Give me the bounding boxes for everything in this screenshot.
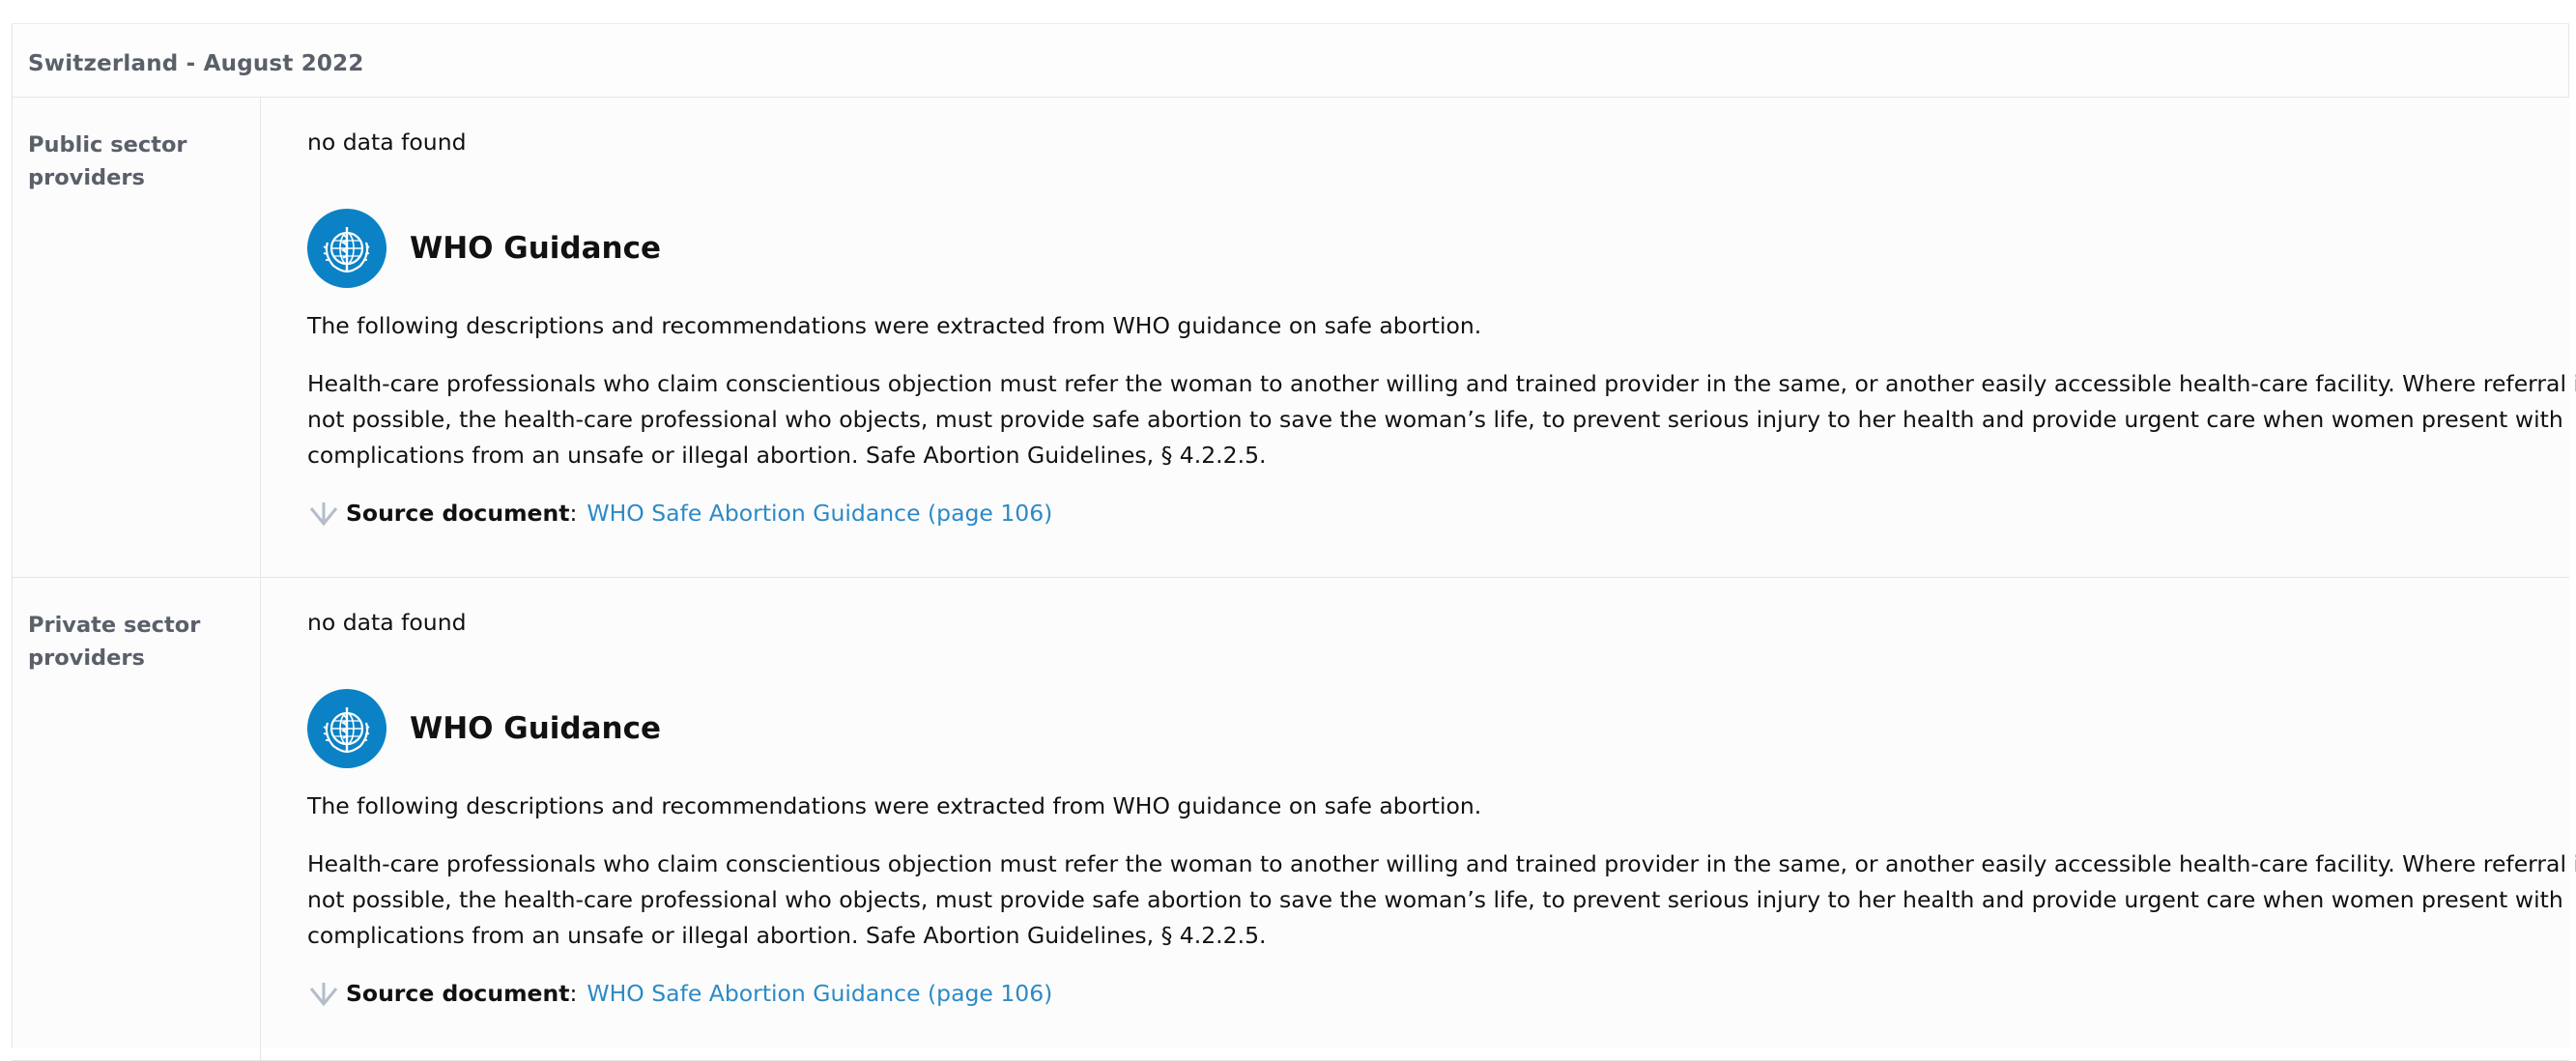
who-emblem-icon — [307, 689, 386, 768]
no-data-text: no data found — [307, 609, 467, 636]
country-data-table: Switzerland - August 2022 Public sector … — [12, 23, 2576, 1061]
source-separator: : — [569, 500, 578, 527]
arrow-down-icon — [307, 981, 340, 1008]
who-guidance-body: Health-care professionals who claim cons… — [307, 850, 2576, 949]
who-guidance-title: WHO Guidance — [410, 230, 662, 266]
table-row-private-sector: Private sector providers no data found W… — [13, 578, 2576, 1061]
row-label-text: Public sector providers — [28, 132, 187, 190]
row-content: no data found WHO Guidance The following… — [261, 98, 2576, 577]
who-intro-text: The following descriptions and recommend… — [307, 312, 1482, 339]
table-title: Switzerland - August 2022 — [28, 51, 364, 76]
no-data-text: no data found — [307, 129, 467, 156]
who-guidance-header: WHO Guidance — [307, 689, 2576, 768]
source-document-link[interactable]: WHO Safe Abortion Guidance (page 106) — [587, 496, 1052, 531]
row-label-public-sector: Public sector providers — [13, 98, 261, 577]
arrow-down-icon — [307, 501, 340, 528]
row-label-private-sector: Private sector providers — [13, 578, 261, 1060]
who-emblem-icon — [307, 209, 386, 288]
who-intro-text: The following descriptions and recommend… — [307, 792, 1482, 819]
table-header: Switzerland - August 2022 — [13, 24, 2569, 98]
source-document-label: Source document — [346, 500, 570, 527]
who-guidance-header: WHO Guidance — [307, 209, 2576, 288]
table-row-public-sector: Public sector providers no data found WH… — [13, 98, 2576, 578]
row-label-text: Private sector providers — [28, 613, 201, 671]
source-separator: : — [569, 980, 578, 1007]
source-document: Source document: WHO Safe Abortion Guida… — [307, 496, 2576, 531]
row-content: no data found WHO Guidance The following… — [261, 578, 2576, 1060]
who-guidance-body: Health-care professionals who claim cons… — [307, 370, 2576, 469]
source-document-label: Source document — [346, 980, 570, 1007]
who-guidance-title: WHO Guidance — [410, 710, 662, 746]
source-document: Source document: WHO Safe Abortion Guida… — [307, 976, 2576, 1012]
source-document-link[interactable]: WHO Safe Abortion Guidance (page 106) — [587, 976, 1052, 1012]
